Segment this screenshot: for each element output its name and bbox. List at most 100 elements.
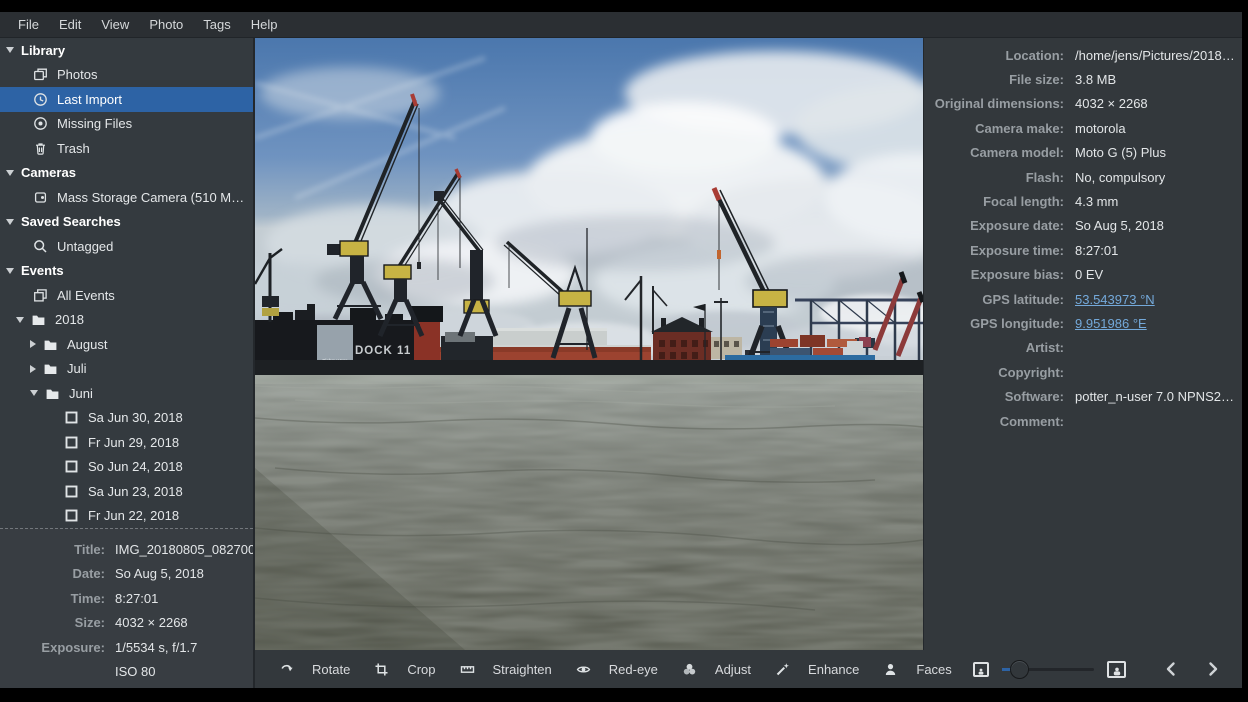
sidebar-item-fr-jun-22-2018[interactable]: Fr Jun 22, 2018	[0, 504, 253, 529]
meta-row-flash: Flash:No, compulsory	[924, 165, 1242, 189]
sidebar-tree: LibraryPhotosLast Import Missing Files Tra…	[0, 38, 253, 528]
zoom-in-thumbnail-icon[interactable]	[1107, 661, 1126, 678]
expander-down-icon[interactable]	[16, 317, 24, 323]
meta-label: Camera model:	[924, 145, 1075, 160]
sidebar-item-label: Fr Jun 29, 2018	[88, 435, 179, 450]
meta-label: GPS longitude:	[924, 316, 1075, 331]
sidebar-section-saved-searches[interactable]: Saved Searches	[0, 210, 253, 235]
sidebar-item-trash[interactable]: Trash	[0, 136, 253, 161]
menu-item-edit[interactable]: Edit	[49, 12, 91, 37]
meta-label: Software:	[924, 389, 1075, 404]
redeye-icon	[576, 662, 591, 677]
photo-square-icon	[64, 459, 79, 474]
sidebar-item-missing-files[interactable]: Missing Files	[0, 112, 253, 137]
toolbar-button-red-eye[interactable]: Red-eye	[564, 650, 670, 688]
zoom-slider-knob[interactable]	[1010, 660, 1029, 679]
info-value: IMG_20180805_0827009…	[115, 542, 275, 557]
sidebar-item-all-events[interactable]: All Events	[0, 283, 253, 308]
zoom-out-thumbnail-icon[interactable]	[973, 662, 989, 677]
toolbar-button-crop[interactable]: Crop	[362, 650, 447, 688]
sidebar-item-label: Missing Files	[57, 116, 132, 131]
sidebar-section-events[interactable]: Events	[0, 259, 253, 284]
expander-down-icon[interactable]	[6, 219, 14, 225]
sidebar-item-label: August	[67, 337, 107, 352]
toolbar-button-label: Rotate	[312, 662, 350, 677]
sidebar-item-sa-jun-30-2018[interactable]: Sa Jun 30, 2018	[0, 406, 253, 431]
previous-photo-button[interactable]	[1150, 650, 1192, 688]
menu-item-view[interactable]: View	[91, 12, 139, 37]
toolbar-button-enhance[interactable]: Enhance	[763, 650, 871, 688]
sidebar-item-juni[interactable]: Juni	[0, 381, 253, 406]
meta-label: Exposure date:	[924, 218, 1075, 233]
sidebar-section-library[interactable]: Library	[0, 38, 253, 63]
photo-canvas[interactable]: Blohm+Voss DOCK 11	[255, 38, 923, 650]
expander-down-icon[interactable]	[30, 390, 38, 396]
straighten-icon	[460, 662, 475, 677]
sidebar-item-fr-jun-29-2018[interactable]: Fr Jun 29, 2018	[0, 430, 253, 455]
meta-value-link[interactable]: 53.543973 °N	[1075, 292, 1155, 307]
sidebar-item-so-jun-24-2018[interactable]: So Jun 24, 2018	[0, 455, 253, 480]
expander-down-icon[interactable]	[6, 170, 14, 176]
meta-value: Moto G (5) Plus	[1075, 145, 1166, 160]
sidebar-item-2018[interactable]: 2018	[0, 308, 253, 333]
enhance-icon	[775, 662, 790, 677]
info-value: So Aug 5, 2018	[115, 566, 204, 581]
rotate-icon	[279, 662, 294, 677]
info-row-exposure: Exposure:1/5534 s, f/1.7	[0, 635, 253, 660]
sidebar-item-juli[interactable]: Juli	[0, 357, 253, 382]
sidebar-section-cameras[interactable]: Cameras	[0, 161, 253, 186]
menu-item-help[interactable]: Help	[241, 12, 288, 37]
info-row-iso: ISO 80	[0, 660, 253, 685]
expander-right-icon[interactable]	[30, 340, 36, 348]
meta-value-link[interactable]: 9.951986 °E	[1075, 316, 1147, 331]
meta-label: Focal length:	[924, 194, 1075, 209]
sidebar-item-mass-storage-camera-510-m[interactable]: Mass Storage Camera (510 M…	[0, 185, 253, 210]
menu-item-tags[interactable]: Tags	[193, 12, 240, 37]
toolbar-buttons: Rotate CropStraightenRed-eyeAdjust Enhance…	[267, 650, 964, 688]
next-photo-button[interactable]	[1192, 650, 1234, 688]
meta-label: Copyright:	[924, 365, 1075, 380]
search-icon	[33, 239, 48, 254]
toolbar-button-rotate[interactable]: Rotate	[267, 650, 362, 688]
folder-icon	[31, 312, 46, 327]
zoom-slider[interactable]	[1002, 660, 1094, 678]
expander-down-icon[interactable]	[6, 268, 14, 274]
sidebar-item-august[interactable]: August	[0, 332, 253, 357]
expander-down-icon[interactable]	[6, 47, 14, 53]
sidebar-item-label: So Jun 24, 2018	[88, 459, 183, 474]
toolbar-button-straighten[interactable]: Straighten	[448, 650, 564, 688]
sidebar-item-last-import[interactable]: Last Import	[0, 87, 253, 112]
meta-row-software: Software:potter_n-user 7.0 NPNS2…	[924, 384, 1242, 408]
meta-value: 4032 × 2268	[1075, 96, 1148, 111]
toolbar-button-faces[interactable]: Faces	[871, 650, 963, 688]
toolbar-button-label: Enhance	[808, 662, 859, 677]
expander-right-icon[interactable]	[30, 365, 36, 373]
sidebar-item-label: All Events	[57, 288, 115, 303]
info-label: Exposure:	[0, 640, 115, 655]
toolbar-button-adjust[interactable]: Adjust	[670, 650, 763, 688]
menu-item-photo[interactable]: Photo	[139, 12, 193, 37]
meta-label: Flash:	[924, 170, 1075, 185]
menu-item-file[interactable]: File	[8, 12, 49, 37]
sidebar-item-photos[interactable]: Photos	[0, 63, 253, 88]
meta-label: GPS latitude:	[924, 292, 1075, 307]
meta-value: motorola	[1075, 121, 1126, 136]
info-label: Date:	[0, 566, 115, 581]
meta-row-original-dimensions: Original dimensions:4032 × 2268	[924, 92, 1242, 116]
clock-icon	[33, 92, 48, 107]
folder-icon	[45, 386, 60, 401]
meta-value: 3.8 MB	[1075, 72, 1116, 87]
toolbar-button-label: Faces	[916, 662, 951, 677]
meta-value: 0 EV	[1075, 267, 1103, 282]
sidebar-item-sa-jun-23-2018[interactable]: Sa Jun 23, 2018	[0, 479, 253, 504]
chevron-left-icon	[1164, 661, 1178, 677]
trash-icon	[33, 141, 48, 156]
meta-label: Camera make:	[924, 121, 1075, 136]
sidebar-item-label: Cameras	[21, 165, 76, 180]
meta-label: Artist:	[924, 340, 1075, 355]
sidebar-item-untagged[interactable]: Untagged	[0, 234, 253, 259]
info-label: Size:	[0, 615, 115, 630]
meta-label: File size:	[924, 72, 1075, 87]
sidebar-item-label: Untagged	[57, 239, 113, 254]
sidebar-item-label: Saved Searches	[21, 214, 121, 229]
